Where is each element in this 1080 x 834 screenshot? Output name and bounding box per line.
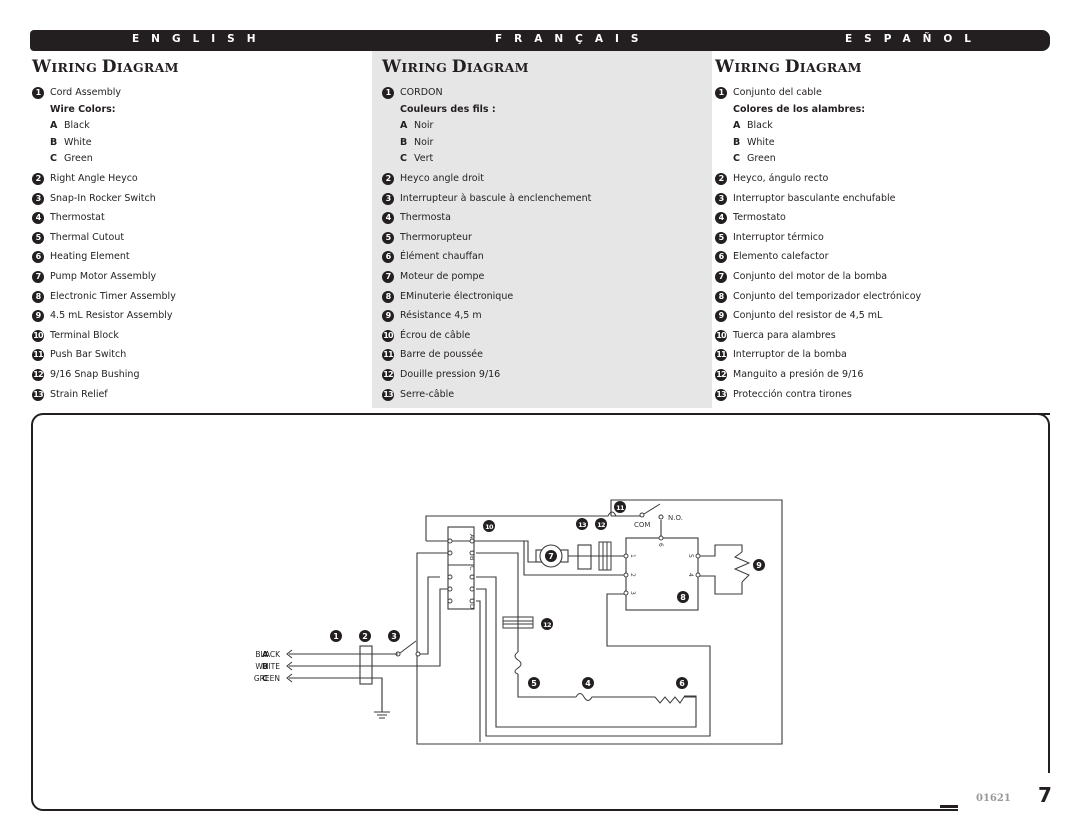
thermal-cutout	[514, 651, 522, 675]
wiring-diagram: A B C D 1 2 3 4 5 6 COM N.O. A BLACK B W…	[254, 499, 783, 745]
svg-text:11: 11	[616, 504, 625, 512]
svg-text:1: 1	[333, 632, 339, 641]
diagram-callout-3: 3	[388, 630, 400, 642]
timer-pin-4: 4	[687, 573, 694, 577]
diagram-callout-10: 10	[483, 520, 495, 532]
timer-pin-6: 6	[657, 543, 664, 547]
thermostat	[575, 693, 596, 701]
svg-text:12: 12	[597, 521, 605, 529]
wire-tb-c2	[476, 588, 711, 737]
svg-text:9: 9	[756, 561, 762, 570]
terminal-label-d: D	[468, 604, 476, 609]
ground-icon	[374, 711, 390, 719]
strain-relief	[577, 544, 592, 570]
wire-motor-loop	[470, 540, 538, 563]
diagram-callout-9: 9	[753, 559, 765, 571]
resistor	[733, 551, 751, 583]
diagram-callout-8: 8	[677, 591, 689, 603]
terminal-label-b: B	[468, 556, 476, 560]
switch-label-com: COM	[634, 521, 650, 529]
wire-cutout-to-thermostat	[517, 674, 576, 698]
diagram-callout-4: 4	[582, 677, 594, 689]
diagram-callout-12: 12	[541, 618, 553, 630]
heating-element	[654, 696, 696, 704]
timer-pin-5: 5	[687, 554, 694, 558]
terminal-label-a: A	[468, 534, 476, 539]
diagram-callout-6: 6	[676, 677, 688, 689]
switch-label-no: N.O.	[668, 514, 683, 522]
diagram-callout-12: 12	[595, 518, 607, 530]
diagram-callout-1: 1	[330, 630, 342, 642]
svg-text:10: 10	[485, 523, 494, 531]
timer-pin-1: 1	[629, 554, 636, 558]
wire-resistor-bottom	[697, 575, 743, 595]
svg-text:4: 4	[585, 679, 591, 688]
wire-tb-c1	[476, 576, 697, 728]
terminal-label-c: C	[468, 566, 476, 571]
svg-text:3: 3	[391, 632, 397, 641]
wire-name-white: WHITE	[255, 662, 280, 671]
wire-tb-d	[476, 600, 481, 742]
diagram-callout-13: 13	[576, 518, 588, 530]
diagram-callout-5: 5	[528, 677, 540, 689]
wire-resistor-top	[697, 544, 743, 557]
wire-switch-out	[420, 576, 440, 655]
diagram-callout-2: 2	[359, 630, 371, 642]
svg-text:5: 5	[531, 679, 537, 688]
svg-text:7: 7	[548, 552, 554, 561]
timer-pin-2: 2	[629, 573, 636, 577]
diagram-callout-7: 7	[545, 550, 557, 562]
svg-text:12: 12	[543, 621, 551, 629]
rocker-switch	[395, 640, 421, 657]
svg-text:8: 8	[680, 593, 686, 602]
push-bar-switch	[624, 503, 664, 520]
svg-text:13: 13	[578, 521, 586, 529]
svg-text:2: 2	[362, 632, 368, 641]
svg-text:6: 6	[679, 679, 685, 688]
diagram-callout-11: 11	[614, 501, 626, 513]
wire-name-black: BLACK	[255, 650, 281, 659]
wire-tb-b-down	[476, 552, 519, 652]
wire-name-green: GREEN	[254, 674, 280, 683]
timer-pin-3: 3	[629, 591, 636, 595]
